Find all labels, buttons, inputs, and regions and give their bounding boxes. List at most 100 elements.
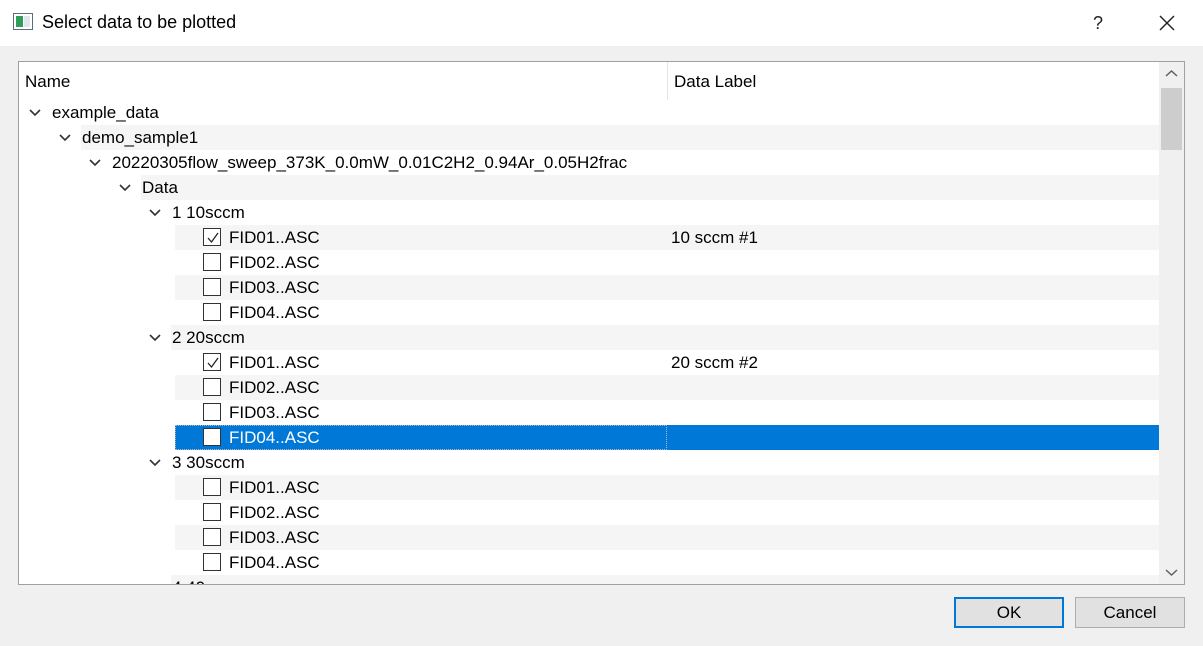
tree-item-name: FID03..ASC [229, 528, 320, 547]
scroll-up-button[interactable] [1159, 62, 1184, 86]
data-label-cell[interactable]: 10 sccm #1 [671, 228, 758, 248]
tree-row[interactable]: 3 30sccm [19, 450, 1159, 475]
tree-item-name: FID02..ASC [229, 378, 320, 397]
row-background [175, 475, 1159, 500]
title-bar: Select data to be plotted ? [0, 0, 1203, 46]
row-background [81, 125, 1159, 150]
tree-item-name: 20220305flow_sweep_373K_0.0mW_0.01C2H2_0… [112, 153, 628, 172]
data-label-cell[interactable]: 20 sccm #2 [671, 353, 758, 373]
tree-item-name: FID04..ASC [229, 303, 320, 322]
tree-row[interactable]: 4 40sccm [19, 575, 1159, 584]
tree-row[interactable]: FID04..ASC [19, 300, 1159, 325]
checkbox[interactable] [203, 503, 221, 521]
cancel-button[interactable]: Cancel [1075, 597, 1185, 628]
row-background [175, 350, 1159, 375]
tree-row[interactable]: FID02..ASC [19, 250, 1159, 275]
expand-chevron-icon[interactable] [27, 104, 43, 120]
checkbox-checked[interactable] [203, 353, 221, 371]
checkbox[interactable] [203, 403, 221, 421]
tree-item-name: example_data [52, 103, 159, 122]
checkbox-checked[interactable] [203, 228, 221, 246]
tree-item-name: 4 40sccm [172, 578, 245, 584]
tree-row[interactable]: FID04..ASC [19, 425, 1159, 450]
column-divider [667, 62, 668, 100]
expand-chevron-icon[interactable] [87, 154, 103, 170]
check-icon [207, 232, 219, 244]
checkbox[interactable] [203, 303, 221, 321]
window-title: Select data to be plotted [42, 12, 237, 32]
expand-chevron-icon[interactable] [147, 579, 163, 584]
tree-item-name: FID03..ASC [229, 403, 320, 422]
row-background [171, 325, 1159, 350]
row-background [175, 225, 1159, 250]
tree-row[interactable]: Data [19, 175, 1159, 200]
ok-button[interactable]: OK [954, 597, 1064, 628]
tree-item-name: FID02..ASC [229, 253, 320, 272]
tree-item-name: FID03..ASC [229, 278, 320, 297]
tree-row[interactable]: example_data [19, 100, 1159, 125]
vertical-scrollbar[interactable] [1159, 62, 1184, 584]
tree-row[interactable]: 20220305flow_sweep_373K_0.0mW_0.01C2H2_0… [19, 150, 1159, 175]
tree-item-name: FID02..ASC [229, 503, 320, 522]
row-background [175, 400, 1159, 425]
help-button[interactable]: ? [1085, 10, 1111, 36]
tree-row[interactable]: FID01..ASC [19, 475, 1159, 500]
tree-item-name: FID04..ASC [229, 553, 320, 572]
scroll-down-button[interactable] [1159, 560, 1184, 584]
tree-item-name: FID01..ASC [229, 228, 320, 247]
expand-chevron-icon[interactable] [147, 454, 163, 470]
data-tree-view[interactable]: Name Data Label example_data demo_sample1… [18, 61, 1185, 585]
close-button[interactable] [1152, 8, 1182, 38]
tree-row[interactable]: FID02..ASC [19, 375, 1159, 400]
tree-row[interactable]: FID03..ASC [19, 400, 1159, 425]
column-header-data-label[interactable]: Data Label [674, 72, 756, 92]
checkbox[interactable] [203, 278, 221, 296]
expand-chevron-icon[interactable] [147, 329, 163, 345]
checkbox[interactable] [203, 378, 221, 396]
checkbox[interactable] [203, 528, 221, 546]
tree-row[interactable]: 1 10sccm [19, 200, 1159, 225]
tree-item-name: 3 30sccm [172, 453, 245, 472]
row-background [171, 575, 1159, 584]
row-background [171, 200, 1159, 225]
tree-item-name: 1 10sccm [172, 203, 245, 222]
checkbox[interactable] [203, 428, 221, 446]
expand-chevron-icon[interactable] [117, 179, 133, 195]
checkbox[interactable] [203, 478, 221, 496]
tree-row[interactable]: demo_sample1 [19, 125, 1159, 150]
tree-row[interactable]: FID01..ASC 10 sccm #1 [19, 225, 1159, 250]
expand-chevron-icon[interactable] [147, 204, 163, 220]
expand-chevron-icon[interactable] [57, 129, 73, 145]
chevron-up-icon [1165, 69, 1178, 77]
tree-row[interactable]: FID03..ASC [19, 275, 1159, 300]
scrollbar-thumb[interactable] [1161, 88, 1182, 150]
tree-row[interactable]: FID02..ASC [19, 500, 1159, 525]
tree-row[interactable]: FID01..ASC 20 sccm #2 [19, 350, 1159, 375]
app-icon [13, 13, 33, 30]
row-background [175, 300, 1159, 325]
tree-item-name: FID01..ASC [229, 478, 320, 497]
checkbox[interactable] [203, 553, 221, 571]
tree-row[interactable]: FID03..ASC [19, 525, 1159, 550]
row-background [175, 525, 1159, 550]
tree-item-name: demo_sample1 [82, 128, 199, 147]
row-background [175, 250, 1159, 275]
check-icon [207, 357, 219, 369]
tree-item-name: 2 20sccm [172, 328, 245, 347]
checkbox[interactable] [203, 253, 221, 271]
close-icon [1159, 15, 1175, 31]
row-background [51, 100, 1159, 125]
row-background [141, 175, 1159, 200]
tree-row[interactable]: 2 20sccm [19, 325, 1159, 350]
chevron-down-icon [1165, 569, 1178, 577]
tree-header: Name Data Label [19, 62, 1159, 100]
row-background [175, 275, 1159, 300]
row-background [175, 375, 1159, 400]
row-background [175, 500, 1159, 525]
row-background [175, 550, 1159, 575]
tree-item-name: FID04..ASC [229, 428, 320, 447]
tree-item-name: Data [142, 178, 178, 197]
column-header-name[interactable]: Name [25, 72, 70, 92]
tree-row[interactable]: FID04..ASC [19, 550, 1159, 575]
row-background [171, 450, 1159, 475]
